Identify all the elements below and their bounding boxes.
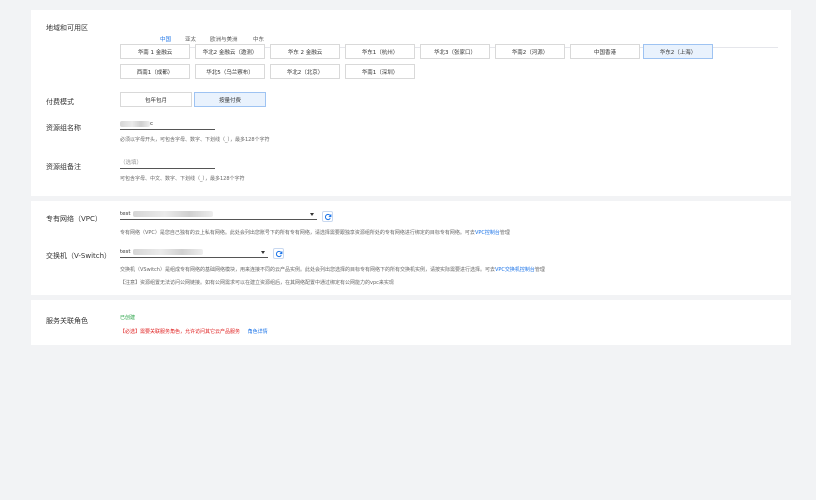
region-label: 地域和可用区 [46,24,88,32]
rg-name-hint: 必须以字母开头，可包含字母、数字、下划线（_），最多128个字符 [120,137,270,143]
tab-china[interactable]: 中国 [160,35,171,43]
rg-note-input[interactable]: （选填） [120,157,215,169]
redacted-text [132,211,213,217]
service-role-label: 服务关联角色 [46,317,88,325]
vswitch-hint-text: 交换机（VSwitch）是组成专有网络的基础网络模块，用来连接不同的云产品实例。… [120,267,495,273]
chevron-down-icon [261,251,265,254]
vswitch-hint: 交换机（VSwitch）是组成专有网络的基础网络模块，用来连接不同的云产品实例。… [120,266,545,273]
zone-button[interactable]: 华北2（北京） [270,64,340,79]
service-role-required: 【必选】需要关联服务角色，允许访问其它云产品服务 角色详情 [120,328,268,335]
rg-note-label: 资源组备注 [46,163,81,171]
service-role-required-text: 【必选】需要关联服务角色，允许访问其它云产品服务 [120,329,241,335]
zone-button[interactable]: 华北2 金融云（邀测） [195,44,265,59]
billing-label: 付费模式 [46,98,74,106]
role-detail-link[interactable]: 角色详情 [248,329,268,335]
zone-button[interactable]: 华北5（乌兰察布） [195,64,265,79]
vswitch-console-link[interactable]: VPC交换机控制台 [495,267,535,273]
network-card: 专有网络（VPC） test 专有网络（VPC）是您自己独有的云上私有网络。此处… [31,201,791,295]
vpc-hint: 专有网络（VPC）是您自己独有的云上私有网络。此处会列出您账号下的所有专有网络，… [120,229,510,236]
zone-button[interactable]: 华南1（深圳） [345,64,415,79]
vswitch-select-value: test [120,249,131,255]
vpc-hint-tail: 管理 [499,230,510,236]
redacted-text [120,121,150,127]
basic-config-card: 地域和可用区 中国 亚太 欧洲与美洲 中东 华南 1 金融云 华北2 金融云（邀… [31,10,791,196]
service-role-status: 已创建 [120,315,136,321]
zone-button[interactable]: 华南2（河源） [495,44,565,59]
zone-button[interactable]: 西南1（成都） [120,64,190,79]
vswitch-refresh-icon[interactable] [273,248,284,259]
vpc-select-value: test [120,211,131,217]
vpc-refresh-icon[interactable] [322,211,333,222]
rg-note-hint: 可包含字母、中文、数字、下划线（_），最多128个字符 [120,176,245,182]
vswitch-note: 【注意】资源组置无法访问公网链接。如有公网需求可以在建立资源组后，在其网络配置中… [120,280,394,286]
vpc-select[interactable]: test [120,208,317,220]
vswitch-hint-tail: 管理 [534,267,545,273]
tab-asia-pacific[interactable]: 亚太 [185,35,196,43]
vpc-console-link[interactable]: VPC控制台 [475,230,500,236]
service-role-card: 服务关联角色 已创建 【必选】需要关联服务角色，允许访问其它云产品服务 角色详情 [31,300,791,345]
zone-button-selected[interactable]: 华东2（上海） [643,44,713,59]
zone-button[interactable]: 华东 2 金融云 [270,44,340,59]
zone-button[interactable]: 华北3（张家口） [420,44,490,59]
rg-name-value: c [150,121,154,127]
chevron-down-icon [310,213,314,216]
rg-name-label: 资源组名称 [46,124,81,132]
vpc-hint-text: 专有网络（VPC）是您自己独有的云上私有网络。此处会列出您账号下的所有专有网络，… [120,230,475,236]
rg-name-input[interactable]: c [120,118,215,130]
tab-europe-america[interactable]: 欧洲与美洲 [210,35,238,43]
zone-button[interactable]: 华东1（杭州） [345,44,415,59]
vswitch-label: 交换机（V-Switch） [46,252,112,260]
billing-payg-button[interactable]: 按量付费 [194,92,266,107]
redacted-text [132,249,203,255]
billing-subscription-button[interactable]: 包年包月 [120,92,192,107]
vswitch-select[interactable]: test [120,246,268,258]
zone-button[interactable]: 中国香港 [570,44,640,59]
tab-middle-east[interactable]: 中东 [253,35,264,43]
vpc-label: 专有网络（VPC） [46,215,102,223]
zone-button[interactable]: 华南 1 金融云 [120,44,190,59]
